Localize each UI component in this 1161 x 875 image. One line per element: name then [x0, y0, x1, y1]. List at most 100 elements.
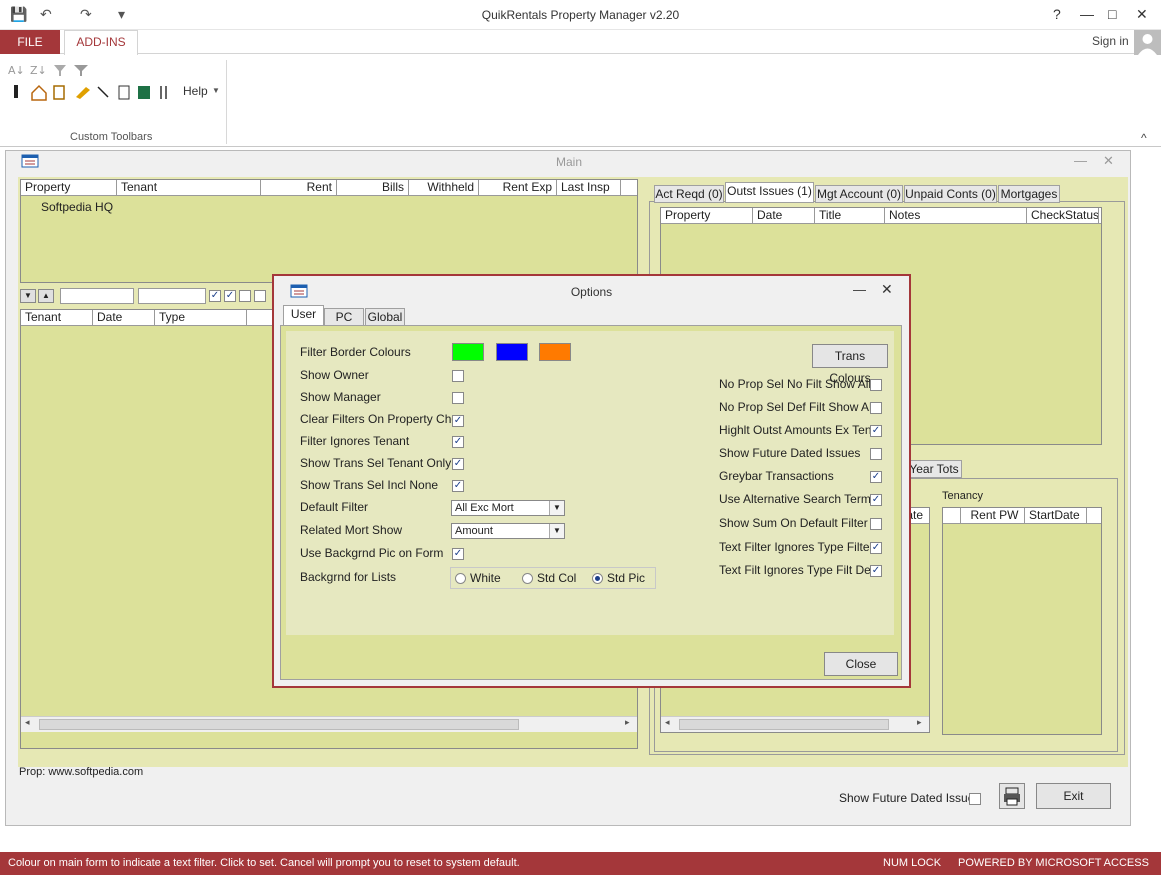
exit-button[interactable]: Exit — [1036, 783, 1111, 809]
trans-tenant-only-label: Show Trans Sel Tenant Only — [300, 456, 452, 470]
filter-ignores-tenant-checkbox[interactable]: ✓ — [452, 436, 464, 448]
radio-std-pic[interactable] — [592, 573, 603, 584]
show-sum-checkbox[interactable] — [870, 518, 882, 530]
col-issue-notes[interactable]: Notes — [885, 208, 1027, 224]
help-menu[interactable]: Help — [183, 84, 208, 98]
show-future-checkbox[interactable] — [969, 793, 981, 805]
tenancy-list[interactable]: Rent PW StartDate — [942, 507, 1102, 735]
tab-outst-issues[interactable]: Outst Issues (1) — [725, 182, 814, 203]
printer-icon — [1004, 787, 1020, 806]
col-issue-date[interactable]: Date — [753, 208, 815, 224]
trans-scrollbar[interactable]: ◂ ▸ — [21, 716, 637, 732]
property-list[interactable]: Property Tenant Rent Bills Withheld Rent… — [20, 179, 638, 283]
filter-check-1[interactable]: ✓ — [209, 290, 221, 302]
col-issue-checkstatus[interactable]: CheckStatus — [1027, 208, 1099, 224]
col-property[interactable]: Property — [21, 180, 117, 196]
ribbon-group-label: Custom Toolbars — [70, 131, 153, 143]
radio-white[interactable] — [455, 573, 466, 584]
sort-filter-icons: A↓ Z↓ — [8, 64, 88, 77]
collapse-ribbon-icon[interactable]: ^ — [1141, 131, 1147, 145]
sign-in-link[interactable]: Sign in — [1092, 34, 1129, 48]
options-minimize-icon[interactable]: — — [853, 282, 866, 297]
future-dated-checkbox[interactable] — [870, 448, 882, 460]
tab-act-reqd[interactable]: Act Reqd (0) — [654, 185, 724, 203]
colour-swatch-orange[interactable] — [539, 343, 571, 361]
highlt-outst-label: Highlt Outst Amounts Ex Tens — [719, 423, 878, 437]
filter-check-2[interactable]: ✓ — [224, 290, 236, 302]
print-button[interactable] — [999, 783, 1025, 809]
col-rent-pw[interactable]: Rent PW — [961, 508, 1025, 524]
clear-filters-checkbox[interactable]: ✓ — [452, 415, 464, 427]
col-trans-date[interactable]: Date — [93, 310, 155, 326]
trans-colours-button[interactable]: Trans Colours — [812, 344, 888, 385]
col-last-insp[interactable]: Last Insp — [557, 180, 621, 196]
col-withheld[interactable]: Withheld — [409, 180, 479, 196]
tab-mortgages[interactable]: Mortgages — [998, 185, 1060, 203]
col-issue-property[interactable]: Property — [661, 208, 753, 224]
main-minimize-icon[interactable]: — — [1074, 153, 1087, 168]
close-button[interactable]: Close — [824, 652, 898, 676]
tab-mgt-account[interactable]: Mgt Account (0) — [815, 185, 903, 203]
tab-add-ins[interactable]: ADD-INS — [64, 30, 138, 55]
colour-swatch-green[interactable] — [452, 343, 484, 361]
col-issue-title[interactable]: Title — [815, 208, 885, 224]
no-prop-no-filt-label: No Prop Sel No Filt Show All — [719, 377, 872, 391]
default-filter-select[interactable]: All Exc Mort ▼ — [451, 500, 565, 516]
custom-toolbar-icons[interactable] — [8, 81, 168, 103]
trans-scroll-thumb[interactable] — [39, 719, 519, 730]
property-row[interactable]: Softpedia HQ — [41, 200, 113, 214]
radio-std-col[interactable] — [522, 573, 533, 584]
chevron-down-icon[interactable]: ▼ — [549, 501, 564, 515]
move-up-icon[interactable]: ▲ — [38, 289, 54, 303]
help-dropdown-icon[interactable]: ▼ — [212, 86, 220, 95]
tab-year-tots[interactable]: Year Tots — [906, 460, 962, 478]
filter-check-4[interactable] — [254, 290, 266, 302]
text-filt-def-checkbox[interactable]: ✓ — [870, 565, 882, 577]
minimize-icon[interactable]: — — [1080, 6, 1094, 22]
tab-user[interactable]: User — [283, 305, 324, 326]
tab-file[interactable]: FILE — [0, 30, 60, 54]
ribbon-tab-row — [0, 30, 1161, 54]
maximize-icon[interactable]: □ — [1108, 6, 1116, 22]
no-prop-no-filt-checkbox[interactable] — [870, 379, 882, 391]
tab-unpaid-conts[interactable]: Unpaid Conts (0) — [904, 185, 997, 203]
show-owner-checkbox[interactable] — [452, 370, 464, 382]
show-manager-checkbox[interactable] — [452, 392, 464, 404]
lower-left-scrollbar[interactable]: ◂ ▸ — [661, 716, 929, 732]
alt-search-label: Use Alternative Search Terms — [719, 492, 877, 506]
trans-incl-none-checkbox[interactable]: ✓ — [452, 480, 464, 492]
move-down-icon[interactable]: ▼ — [20, 289, 36, 303]
no-prop-def-filt-checkbox[interactable] — [870, 402, 882, 414]
trans-tenant-only-checkbox[interactable]: ✓ — [452, 458, 464, 470]
col-start-date[interactable]: StartDate — [1025, 508, 1087, 524]
col-trans-tenant[interactable]: Tenant — [21, 310, 93, 326]
help-icon[interactable]: ? — [1053, 6, 1061, 22]
default-filter-value: All Exc Mort — [455, 502, 514, 514]
close-icon[interactable]: ✕ — [1136, 6, 1148, 23]
filter-check-3[interactable] — [239, 290, 251, 302]
col-tenant[interactable]: Tenant — [117, 180, 261, 196]
text-filter-ignores-checkbox[interactable]: ✓ — [870, 542, 882, 554]
lower-left-scroll-thumb[interactable] — [679, 719, 889, 730]
col-tenancy-blank[interactable] — [943, 508, 961, 524]
colour-swatch-blue[interactable] — [496, 343, 528, 361]
col-trans-type[interactable]: Type — [155, 310, 247, 326]
filter-input-1[interactable] — [60, 288, 134, 304]
highlt-outst-checkbox[interactable]: ✓ — [870, 425, 882, 437]
options-close-icon[interactable]: ✕ — [881, 281, 893, 298]
col-bills[interactable]: Bills — [337, 180, 409, 196]
related-mort-select[interactable]: Amount ▼ — [451, 523, 565, 539]
main-close-icon[interactable]: ✕ — [1103, 153, 1114, 169]
tab-global[interactable]: Global — [365, 308, 405, 326]
tab-pc[interactable]: PC — [324, 308, 364, 326]
filter-input-2[interactable] — [138, 288, 206, 304]
trans-incl-none-label: Show Trans Sel Incl None — [300, 478, 439, 492]
greybar-checkbox[interactable]: ✓ — [870, 471, 882, 483]
chevron-down-icon[interactable]: ▼ — [549, 524, 564, 538]
alt-search-checkbox[interactable]: ✓ — [870, 494, 882, 506]
backgrnd-pic-checkbox[interactable]: ✓ — [452, 548, 464, 560]
col-rent[interactable]: Rent — [261, 180, 337, 196]
avatar[interactable] — [1134, 30, 1161, 55]
col-rent-exp[interactable]: Rent Exp — [479, 180, 557, 196]
show-owner-label: Show Owner — [300, 368, 369, 382]
